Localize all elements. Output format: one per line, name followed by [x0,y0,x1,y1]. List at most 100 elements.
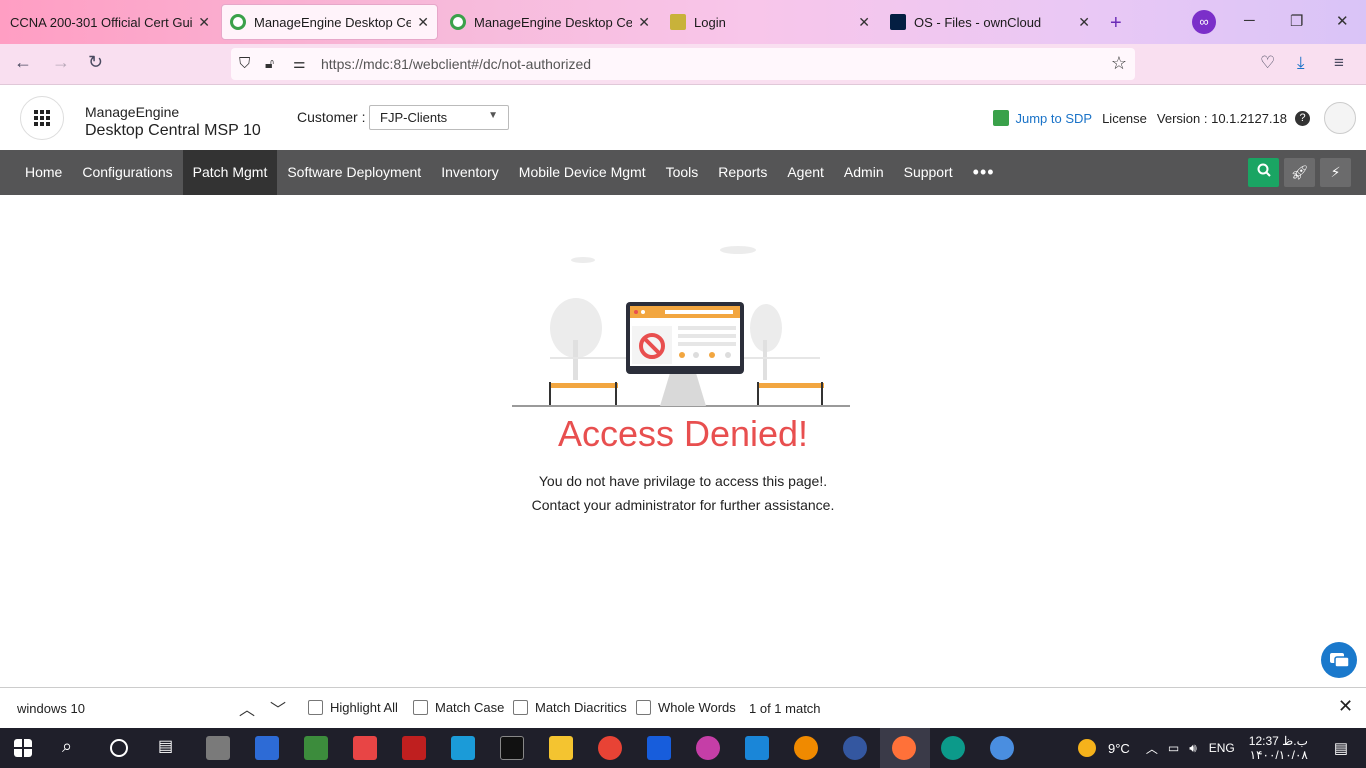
tab-manageengine-active[interactable]: ManageEngine Desktop Centra ✕ [221,4,438,40]
tab-manageengine[interactable]: ManageEngine Desktop Centra ✕ [442,4,658,40]
license-link[interactable]: License [1102,111,1147,126]
reload-icon[interactable]: ↻ [88,52,103,73]
notifications-icon[interactable]: ▤ [1334,739,1348,757]
manageengine-favicon-icon [230,14,246,30]
tab-ccna[interactable]: CCNA 200-301 Official Cert Guide L ✕ [2,4,218,40]
customer-select[interactable]: FJP-Clients ▼ [369,105,509,130]
brand-logo-text: ManageEngine [85,104,180,120]
system-tray: 9°C ︿ ▭ 🔊︎ ENG 12:37 ب.ظ ۱۴۰۰/۱۰/۰۸ ▤ [1078,728,1348,768]
bitwarden-icon[interactable] [647,736,671,760]
app-icon-13[interactable] [794,736,818,760]
match-case-label: Match Case [435,700,505,715]
find-previous-icon[interactable]: ︿ [239,696,255,720]
nav-inventory[interactable]: Inventory [431,150,509,195]
lightning-icon[interactable]: ⚡︎ [1320,158,1351,187]
search-button[interactable] [1248,158,1279,187]
close-find-bar-icon[interactable]: ✕ [1338,696,1353,717]
chrome-icon[interactable] [598,736,622,760]
nav-support[interactable]: Support [894,150,963,195]
main-navigation: Home Configurations Patch Mgmt Software … [0,150,1366,195]
find-next-icon[interactable]: ﹀ [270,696,286,720]
chat-button[interactable] [1321,642,1357,678]
jump-to-sdp-link[interactable]: Jump to SDP [1015,111,1092,126]
pocket-icon[interactable]: ♡ [1260,53,1275,73]
app-icon-14[interactable] [843,736,867,760]
chevron-up-icon[interactable]: ︿ [1146,740,1158,757]
nav-admin[interactable]: Admin [834,150,894,195]
match-diacritics-checkbox[interactable]: Match Diacritics [513,700,627,715]
edge-icon[interactable] [941,736,965,760]
language-indicator[interactable]: ENG [1209,741,1235,755]
tab-close-icon[interactable]: ✕ [198,14,210,31]
checkbox-box[interactable] [308,700,323,715]
minimize-button[interactable]: ─ [1244,12,1255,29]
weather-sun-icon[interactable] [1078,739,1096,757]
checkbox-box[interactable] [636,700,651,715]
tab-login[interactable]: Login ✕ [662,4,878,40]
app-icon-2[interactable] [255,736,279,760]
address-bar[interactable]: ⛉ 🔓︎ ⚌ https://mdc:81/webclient#/dc/not-… [231,48,1135,80]
nav-reports[interactable]: Reports [708,150,777,195]
shield-icon: ⛉ [239,55,251,72]
nav-software-deployment[interactable]: Software Deployment [277,150,431,195]
menu-icon[interactable]: ≡ [1334,53,1344,73]
clock-date: ۱۴۰۰/۱۰/۰۸ [1249,748,1308,762]
bookmark-star-icon[interactable]: ☆ [1111,53,1127,74]
app-icon-1[interactable] [206,736,230,760]
tab-close-icon[interactable]: ✕ [417,14,429,31]
tab-close-icon[interactable]: ✕ [858,14,870,31]
clock-time: 12:37 ب.ظ [1248,734,1308,748]
find-input[interactable]: windows 10 [17,701,85,716]
cortana-icon[interactable] [110,739,128,757]
app-icon-17[interactable] [990,736,1014,760]
tab-title: Login [694,14,726,30]
tab-owncloud[interactable]: OS - Files - ownCloud ✕ [882,4,1098,40]
help-icon[interactable]: ? [1295,110,1310,126]
checkbox-box[interactable] [413,700,428,715]
url-text: https://mdc:81/webclient#/dc/not-authori… [321,56,592,72]
whole-words-checkbox[interactable]: Whole Words [636,700,736,715]
new-tab-button[interactable]: + [1110,12,1122,35]
volume-icon[interactable]: 🔊︎ [1189,741,1197,756]
tab-close-icon[interactable]: ✕ [1078,14,1090,31]
private-browsing-icon[interactable]: ∞ [1192,10,1216,34]
nav-home[interactable]: Home [15,150,72,195]
match-case-checkbox[interactable]: Match Case [413,700,504,715]
clock[interactable]: 12:37 ب.ظ ۱۴۰۰/۱۰/۰۸ [1249,734,1308,762]
tab-close-icon[interactable]: ✕ [638,14,650,31]
forward-icon[interactable]: → [52,52,70,73]
terminal-icon[interactable] [500,736,524,760]
app-icon-3[interactable] [304,736,328,760]
downloads-icon[interactable]: ⤓ [1297,53,1305,73]
back-icon[interactable]: ← [14,52,32,73]
windows-start-icon[interactable] [14,739,32,757]
nav-configurations[interactable]: Configurations [72,150,182,195]
whole-words-label: Whole Words [658,700,736,715]
network-icon[interactable]: ▭ [1168,741,1179,755]
tab-title: OS - Files - ownCloud [914,14,1042,30]
filezilla-icon[interactable] [402,736,426,760]
app-icon-11[interactable] [696,736,720,760]
rocket-icon[interactable]: 🚀︎ [1284,158,1315,187]
weather-temperature[interactable]: 9°C [1108,741,1130,756]
restore-button[interactable]: ❐ [1290,12,1303,30]
file-explorer-icon[interactable] [549,736,573,760]
nav-agent[interactable]: Agent [777,150,834,195]
search-icon[interactable]: ⌕ [62,736,72,760]
avatar[interactable] [1324,102,1356,134]
app-icon-6[interactable] [451,736,475,760]
nav-patch-mgmt[interactable]: Patch Mgmt [182,150,278,195]
nav-tools[interactable]: Tools [656,150,709,195]
nav-mobile-device-mgmt[interactable]: Mobile Device Mgmt [509,150,656,195]
app-icon-12[interactable] [745,736,769,760]
highlight-all-label: Highlight All [330,700,398,715]
task-view-icon[interactable]: ▤ [158,736,173,760]
close-window-button[interactable]: ✕ [1336,12,1349,30]
highlight-all-checkbox[interactable]: Highlight All [308,700,398,715]
app-grid-icon[interactable] [20,96,64,140]
checkbox-box[interactable] [513,700,528,715]
nav-more-button[interactable]: ••• [963,150,1005,195]
search-icon [1257,163,1271,177]
anydesk-icon[interactable] [353,736,377,760]
firefox-icon[interactable] [892,736,916,760]
